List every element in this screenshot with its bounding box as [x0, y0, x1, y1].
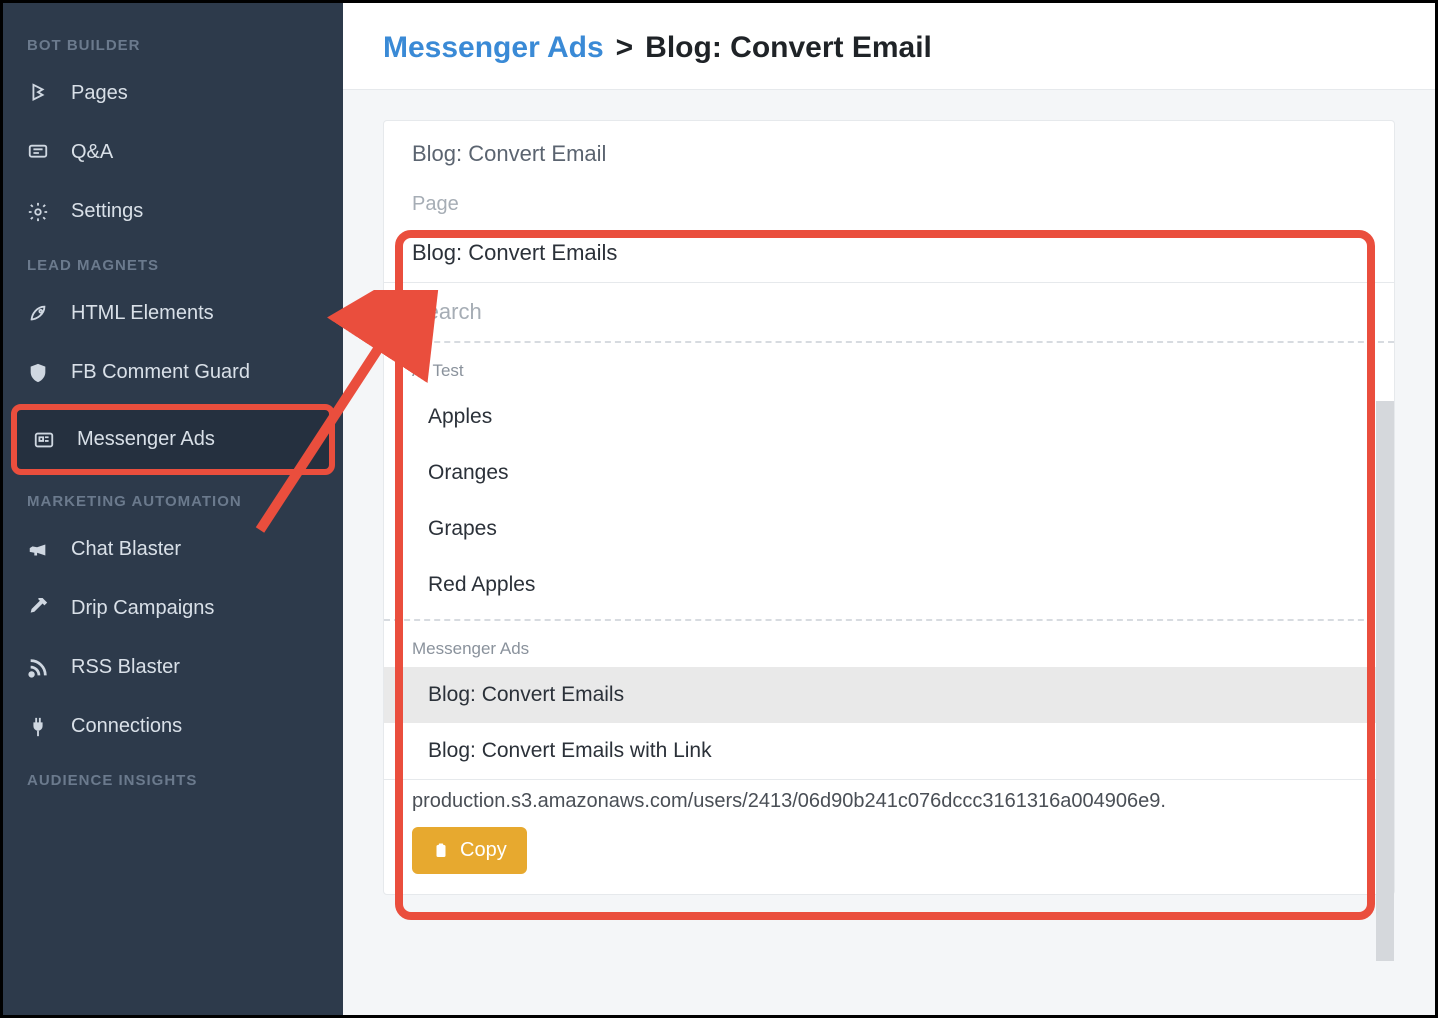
- sidebar-item-pages[interactable]: Pages: [3, 64, 343, 123]
- sidebar-item-label: Drip Campaigns: [71, 597, 214, 620]
- clipboard-icon: [432, 841, 450, 861]
- pages-icon: [27, 83, 55, 105]
- page-search-row: [384, 283, 1394, 343]
- option-oranges[interactable]: Oranges: [384, 445, 1394, 501]
- option-grapes[interactable]: Grapes: [384, 501, 1394, 557]
- option-apples[interactable]: Apples: [384, 389, 1394, 445]
- sidebar-item-label: FB Comment Guard: [71, 361, 250, 384]
- sidebar: BOT BUILDER Pages Q&A Settings LEAD MAGN…: [3, 3, 343, 1015]
- sidebar-item-fb-comment-guard[interactable]: FB Comment Guard: [3, 343, 343, 402]
- sidebar-item-connections[interactable]: Connections: [3, 697, 343, 756]
- sidebar-item-label: Connections: [71, 715, 182, 738]
- sidebar-item-label: Chat Blaster: [71, 538, 181, 561]
- option-group-ai-test: AI Test: [384, 343, 1394, 389]
- scrollbar[interactable]: [1376, 401, 1394, 961]
- sidebar-section-marketing-automation: MARKETING AUTOMATION: [3, 477, 343, 520]
- sidebar-item-qa[interactable]: Q&A: [3, 123, 343, 182]
- card-title: Blog: Convert Email: [412, 141, 1366, 167]
- breadcrumb-root[interactable]: Messenger Ads: [383, 31, 604, 65]
- plug-icon: [27, 716, 55, 738]
- sidebar-item-settings[interactable]: Settings: [3, 182, 343, 241]
- sidebar-item-label: Q&A: [71, 141, 113, 164]
- sidebar-item-label: Settings: [71, 200, 143, 223]
- ad-editor-card: Blog: Convert Email Page Blog: Convert E…: [383, 120, 1395, 895]
- main-content: Messenger Ads > Blog: Convert Email Blog…: [343, 3, 1435, 1015]
- sidebar-item-drip-campaigns[interactable]: Drip Campaigns: [3, 579, 343, 638]
- sidebar-section-lead-magnets: LEAD MAGNETS: [3, 241, 343, 284]
- selected-page-value[interactable]: Blog: Convert Emails: [384, 226, 1394, 283]
- option-group-messenger-ads: Messenger Ads: [384, 621, 1394, 667]
- chat-icon: [27, 142, 55, 164]
- page-search-input[interactable]: [412, 299, 1366, 325]
- shield-icon: [27, 362, 55, 384]
- breadcrumb: Messenger Ads > Blog: Convert Email: [343, 3, 1435, 90]
- sidebar-section-audience-insights: AUDIENCE INSIGHTS: [3, 756, 343, 799]
- sidebar-item-label: RSS Blaster: [71, 656, 180, 679]
- sidebar-item-rss-blaster[interactable]: RSS Blaster: [3, 638, 343, 697]
- eyedropper-icon: [27, 598, 55, 620]
- sidebar-item-messenger-ads[interactable]: Messenger Ads: [11, 404, 335, 475]
- news-icon: [33, 429, 61, 451]
- rocket-icon: [27, 303, 55, 325]
- page-field-label: Page: [384, 167, 1394, 226]
- option-blog-convert-emails-link[interactable]: Blog: Convert Emails with Link: [384, 723, 1394, 779]
- sidebar-item-label: HTML Elements: [71, 302, 214, 325]
- copy-button-label: Copy: [460, 839, 507, 862]
- url-preview-text: production.s3.amazonaws.com/users/2413/0…: [384, 779, 1394, 813]
- breadcrumb-leaf: Blog: Convert Email: [645, 31, 932, 65]
- rss-icon: [27, 657, 55, 679]
- option-blog-convert-emails[interactable]: Blog: Convert Emails: [384, 667, 1394, 723]
- megaphone-icon: [27, 539, 55, 561]
- copy-button[interactable]: Copy: [412, 827, 527, 874]
- sidebar-item-label: Pages: [71, 82, 128, 105]
- sidebar-section-bot-builder: BOT BUILDER: [3, 21, 343, 64]
- sidebar-item-label: Messenger Ads: [77, 428, 215, 451]
- gear-icon: [27, 201, 55, 223]
- sidebar-item-html-elements[interactable]: HTML Elements: [3, 284, 343, 343]
- breadcrumb-separator: >: [616, 31, 634, 65]
- option-red-apples[interactable]: Red Apples: [384, 557, 1394, 613]
- sidebar-item-chat-blaster[interactable]: Chat Blaster: [3, 520, 343, 579]
